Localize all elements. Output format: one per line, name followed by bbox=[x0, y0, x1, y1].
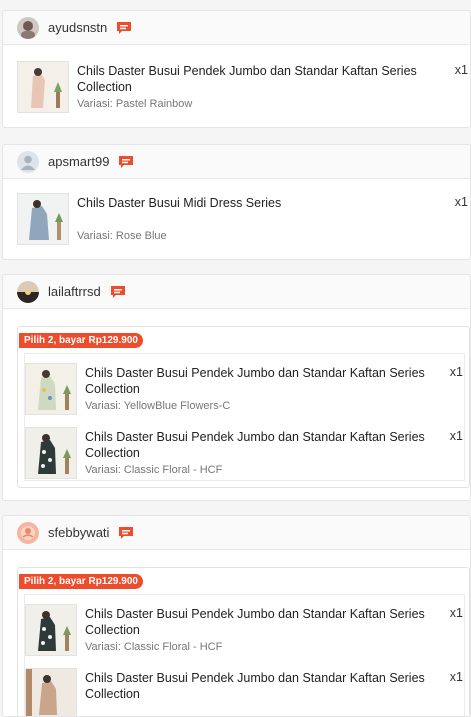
product-variant: Variasi: Classic Floral - HCF bbox=[85, 464, 223, 476]
bundle-badge: Pilih 2, bayar Rp129.900 bbox=[19, 333, 143, 348]
product-quantity: x1 bbox=[454, 195, 468, 209]
order-card: sfebbywati Pilih 2, bayar Rp129.900 Chil… bbox=[2, 515, 471, 717]
product-thumbnail[interactable] bbox=[25, 668, 77, 716]
product-thumbnail[interactable] bbox=[17, 193, 69, 245]
product-quantity: x1 bbox=[449, 429, 463, 443]
product-info: Chils Daster Busui Pendek Jumbo dan Stan… bbox=[77, 61, 468, 113]
username[interactable]: lailaftrrsd bbox=[48, 284, 101, 299]
user-avatar[interactable] bbox=[17, 280, 39, 303]
order-header: apsmart99 bbox=[3, 145, 470, 179]
bundle-group: Pilih 2, bayar Rp129.900 Chils Daster Bu… bbox=[17, 567, 470, 716]
product-thumbnail[interactable] bbox=[25, 604, 77, 656]
product-quantity: x1 bbox=[449, 606, 463, 620]
user-avatar[interactable] bbox=[17, 150, 39, 173]
product-thumbnail[interactable] bbox=[25, 427, 77, 479]
user-avatar[interactable] bbox=[17, 521, 39, 544]
product-quantity: x1 bbox=[454, 63, 468, 77]
user-avatar[interactable] bbox=[17, 16, 39, 39]
product-row[interactable]: Chils Daster Busui Pendek Jumbo dan Stan… bbox=[17, 61, 468, 113]
product-quantity: x1 bbox=[449, 670, 463, 684]
product-info: Chils Daster Busui Midi Dress Series Var… bbox=[77, 193, 468, 245]
order-header: lailaftrrsd bbox=[3, 275, 470, 309]
product-title[interactable]: Chils Daster Busui Midi Dress Series bbox=[77, 195, 455, 211]
product-row[interactable]: Chils Daster Busui Pendek Jumbo dan Stan… bbox=[25, 427, 463, 479]
product-info: Chils Daster Busui Pendek Jumbo dan Stan… bbox=[85, 427, 461, 479]
bundle-group: Pilih 2, bayar Rp129.900 Chils Daster Bu… bbox=[17, 326, 470, 488]
product-quantity: x1 bbox=[449, 365, 463, 379]
product-variant: Variasi: Classic Floral - HCF bbox=[85, 641, 223, 653]
product-title[interactable]: Chils Daster Busui Pendek Jumbo dan Stan… bbox=[77, 63, 455, 95]
product-row[interactable]: Chils Daster Busui Pendek Jumbo dan Stan… bbox=[25, 363, 463, 415]
chat-icon[interactable] bbox=[110, 285, 126, 299]
product-title[interactable]: Chils Daster Busui Pendek Jumbo dan Stan… bbox=[85, 365, 449, 397]
chat-icon[interactable] bbox=[118, 526, 134, 540]
username[interactable]: apsmart99 bbox=[48, 154, 109, 169]
order-card: apsmart99 Chils Daster Busui Midi Dress … bbox=[2, 144, 471, 260]
product-title[interactable]: Chils Daster Busui Pendek Jumbo dan Stan… bbox=[85, 606, 449, 638]
product-variant: Variasi: YellowBlue Flowers-C bbox=[85, 400, 231, 412]
bundle-badge: Pilih 2, bayar Rp129.900 bbox=[19, 574, 143, 589]
product-info: Chils Daster Busui Pendek Jumbo dan Stan… bbox=[85, 604, 461, 656]
product-thumbnail[interactable] bbox=[17, 61, 69, 113]
username[interactable]: ayudsnstn bbox=[48, 20, 107, 35]
product-info: Chils Daster Busui Pendek Jumbo dan Stan… bbox=[85, 668, 461, 716]
username[interactable]: sfebbywati bbox=[48, 525, 109, 540]
product-row[interactable]: Chils Daster Busui Pendek Jumbo dan Stan… bbox=[25, 604, 463, 656]
order-header: sfebbywati bbox=[3, 516, 470, 550]
order-card: ayudsnstn Chils Daster Busui Pendek Jumb… bbox=[2, 10, 471, 128]
product-variant: Variasi: Rose Blue bbox=[77, 230, 167, 242]
product-variant: Variasi: Pastel Rainbow bbox=[77, 98, 193, 110]
bundle-items: Chils Daster Busui Pendek Jumbo dan Stan… bbox=[24, 353, 465, 481]
product-title[interactable]: Chils Daster Busui Pendek Jumbo dan Stan… bbox=[85, 670, 449, 702]
product-row[interactable]: Chils Daster Busui Pendek Jumbo dan Stan… bbox=[25, 668, 463, 716]
order-card: lailaftrrsd Pilih 2, bayar Rp129.900 Chi… bbox=[2, 274, 471, 501]
product-row[interactable]: Chils Daster Busui Midi Dress Series Var… bbox=[17, 193, 468, 245]
chat-icon[interactable] bbox=[116, 21, 132, 35]
product-title[interactable]: Chils Daster Busui Pendek Jumbo dan Stan… bbox=[85, 429, 449, 461]
product-thumbnail[interactable] bbox=[25, 363, 77, 415]
product-info: Chils Daster Busui Pendek Jumbo dan Stan… bbox=[85, 363, 461, 415]
chat-icon[interactable] bbox=[118, 155, 134, 169]
order-header: ayudsnstn bbox=[3, 11, 470, 45]
